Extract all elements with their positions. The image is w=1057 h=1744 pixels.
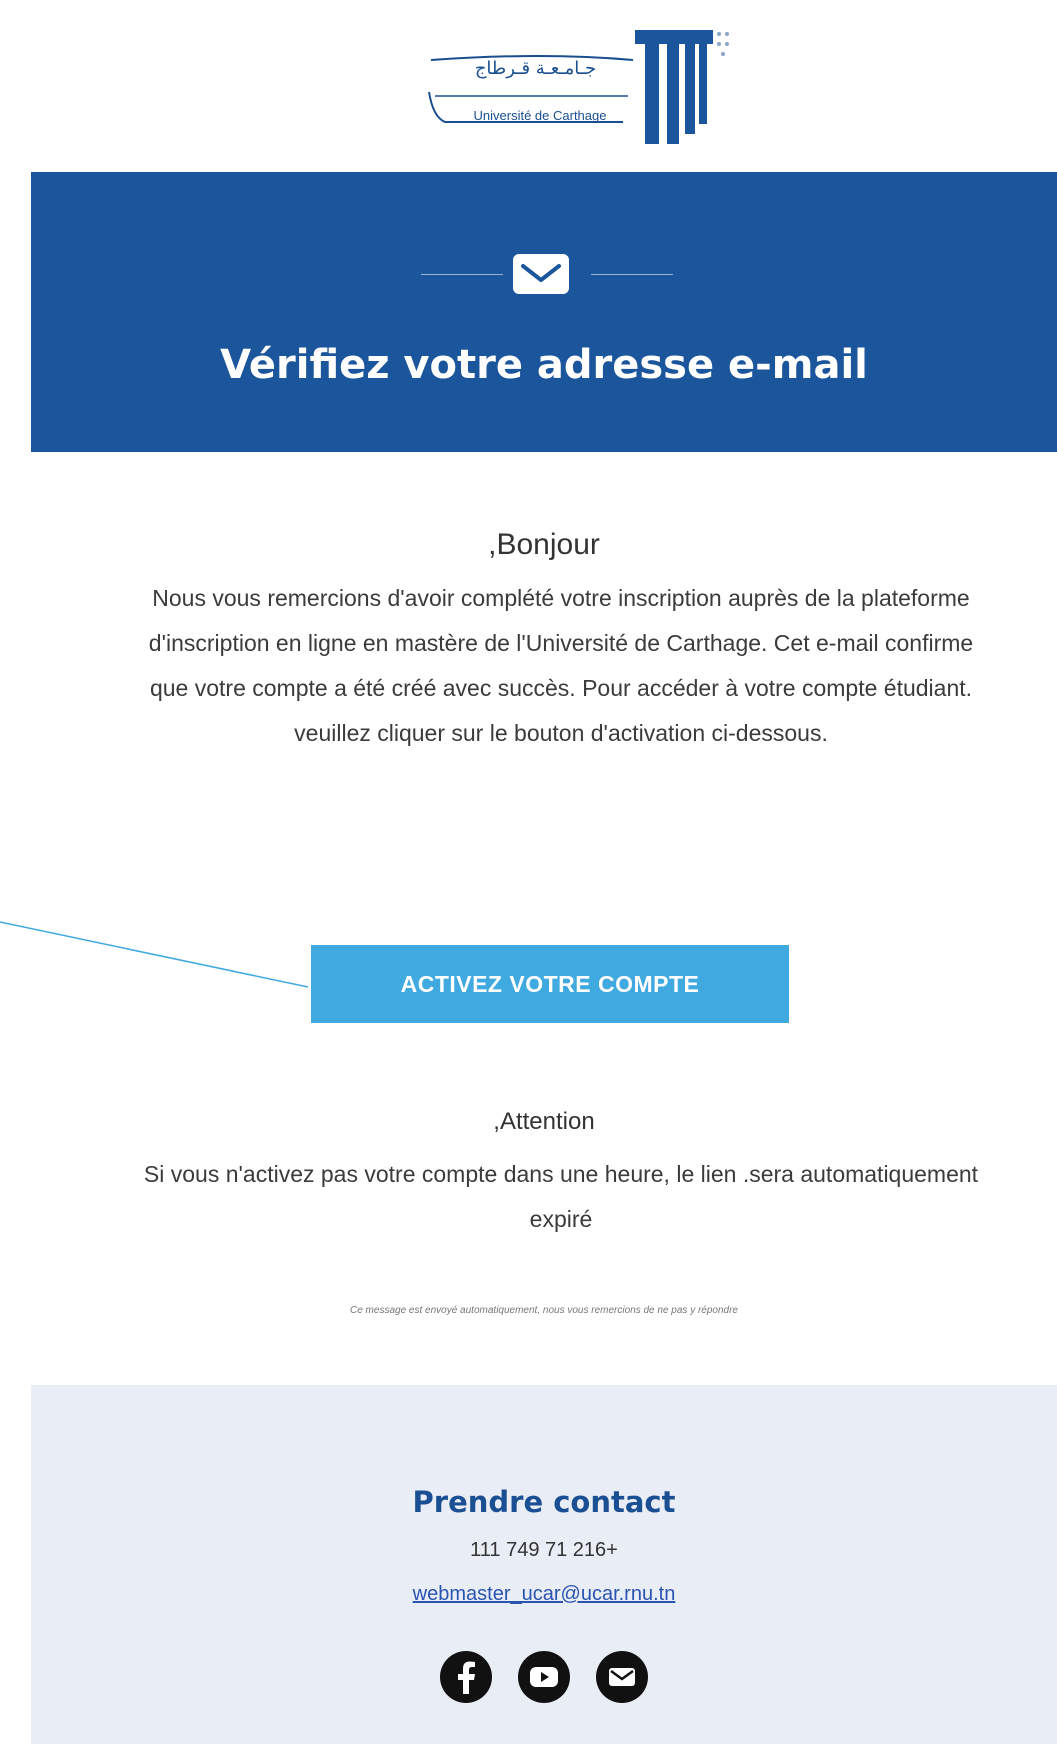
divider-left bbox=[421, 274, 503, 275]
youtube-icon[interactable] bbox=[517, 1650, 571, 1704]
header-banner: Vérifiez votre adresse e-mail bbox=[31, 172, 1057, 452]
logo-arabic-text: جـامـعـة قـرطاج bbox=[474, 58, 597, 79]
envelope-icon bbox=[511, 252, 571, 296]
email-link[interactable]: webmaster_ucar@ucar.rnu.tn bbox=[31, 1583, 1057, 1606]
social-links bbox=[31, 1650, 1057, 1704]
divider-right bbox=[591, 274, 673, 275]
attention-text: Si vous n'activez pas votre compte dans … bbox=[143, 1161, 979, 1232]
university-logo: جـامـعـة قـرطاج Université de Carthage bbox=[423, 22, 743, 148]
email-icon[interactable] bbox=[595, 1650, 649, 1704]
page-title: Vérifiez votre adresse e-mail bbox=[220, 342, 868, 388]
logo-mark-icon bbox=[428, 30, 729, 144]
footer: Prendre contact 111 749 71 216+ webmaste… bbox=[31, 1385, 1057, 1744]
attention-title: ,Attention bbox=[493, 1108, 595, 1135]
logo-french-text: Université de Carthage bbox=[473, 108, 607, 123]
auto-message-note: Ce message est envoyé automatiquement, n… bbox=[350, 1305, 738, 1316]
email-page: جـامـعـة قـرطاج Université de Carthage V… bbox=[0, 0, 1057, 1744]
phone-number: 111 749 71 216+ bbox=[470, 1539, 618, 1561]
facebook-icon[interactable] bbox=[439, 1650, 493, 1704]
activate-account-button[interactable]: ACTIVEZ VOTRE COMPTE bbox=[311, 945, 789, 1023]
contact-title: Prendre contact bbox=[412, 1485, 676, 1519]
greeting: ,Bonjour bbox=[488, 528, 600, 561]
confirmation-paragraph: Nous vous remercions d'avoir complété vo… bbox=[148, 585, 974, 746]
logo-area: جـامـعـة قـرطاج Université de Carthage bbox=[31, 0, 1057, 172]
